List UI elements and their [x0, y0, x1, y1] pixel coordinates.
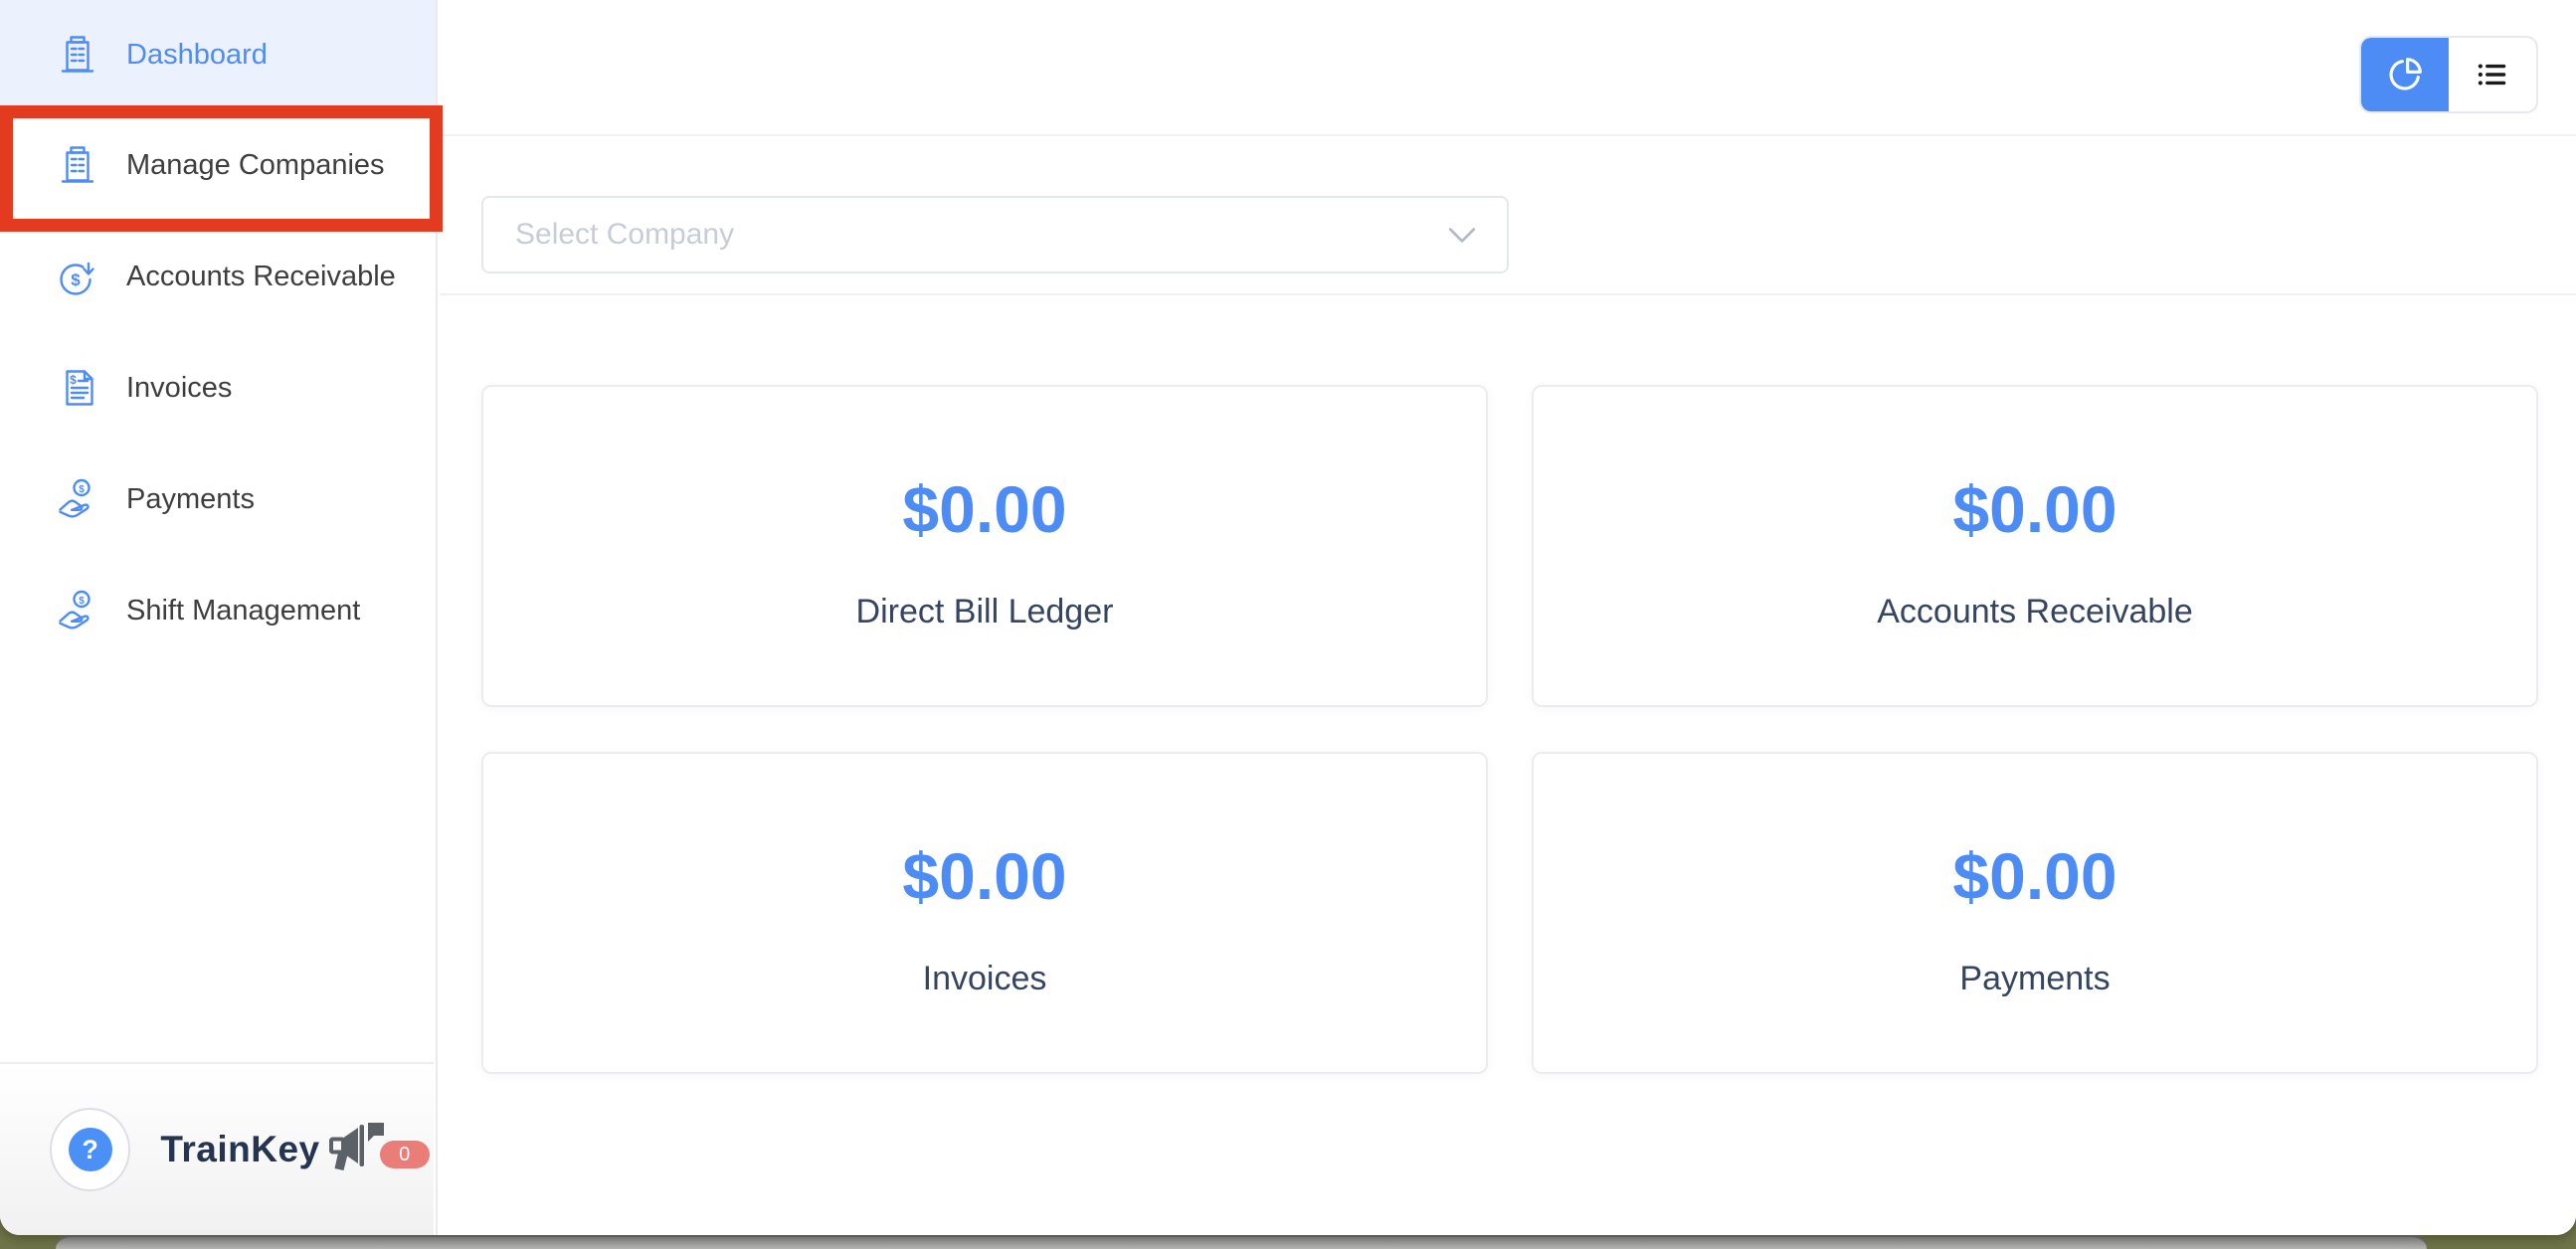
view-toggle: [2359, 36, 2538, 113]
stat-label: Invoices: [923, 960, 1047, 998]
sidebar-item-label: Invoices: [126, 372, 232, 405]
sidebar-item-dashboard[interactable]: Dashboard: [0, 0, 436, 109]
invoice-document-icon: $: [56, 366, 99, 410]
question-mark-icon: ?: [69, 1128, 112, 1171]
stat-label: Accounts Receivable: [1877, 593, 2193, 631]
stat-value: $0.00: [1952, 471, 2116, 547]
list-icon: [2474, 56, 2511, 93]
dollar-circle-arrow-icon: $: [56, 255, 99, 298]
sidebar-item-accounts-receivable[interactable]: $ Accounts Receivable: [0, 221, 436, 332]
sidebar-item-payments[interactable]: $ Payments: [0, 444, 436, 555]
company-select-placeholder: Select Company: [515, 218, 734, 252]
help-button[interactable]: ?: [50, 1108, 130, 1191]
stat-card-direct-bill-ledger: $0.00 Direct Bill Ledger: [481, 385, 1488, 707]
sidebar: Dashboard Manage Companies: [0, 0, 438, 1235]
sidebar-item-label: Manage Companies: [126, 149, 385, 182]
stat-label: Payments: [1959, 960, 2110, 998]
svg-text:$: $: [79, 596, 85, 607]
stat-value: $0.00: [902, 471, 1066, 547]
pie-chart-icon: [2386, 56, 2424, 93]
brand-trainkey: TrainKey: [160, 1129, 319, 1170]
sidebar-item-label: Dashboard: [126, 39, 268, 72]
sidebar-item-shift-management[interactable]: $ Shift Management: [0, 555, 436, 666]
stat-card-accounts-receivable: $0.00 Accounts Receivable: [1532, 385, 2538, 707]
building-icon: [56, 33, 99, 77]
app-window: Dashboard Manage Companies: [0, 0, 2576, 1235]
sidebar-footer: ? TrainKey 0: [0, 1062, 434, 1235]
company-select-dropdown[interactable]: Select Company: [481, 196, 1509, 273]
background-window-edge: [56, 1233, 2427, 1249]
announcements-button[interactable]: 0: [328, 1115, 434, 1184]
stat-value: $0.00: [1952, 838, 2116, 914]
hand-coin-icon: $: [56, 589, 99, 632]
sidebar-item-label: Accounts Receivable: [126, 261, 396, 293]
main-header: [440, 0, 2576, 136]
sidebar-item-label: Shift Management: [126, 595, 360, 627]
sidebar-item-label: Payments: [126, 483, 255, 516]
building-icon: [56, 143, 99, 187]
announcement-count-badge: 0: [380, 1141, 430, 1168]
svg-text:$: $: [70, 373, 77, 387]
svg-text:$: $: [79, 484, 85, 495]
sidebar-item-manage-companies[interactable]: Manage Companies: [0, 109, 436, 221]
svg-text:$: $: [71, 270, 81, 289]
chart-view-button[interactable]: [2361, 38, 2449, 111]
stat-label: Direct Bill Ledger: [856, 593, 1114, 631]
list-view-button[interactable]: [2449, 38, 2536, 111]
stat-cards-grid: $0.00 Direct Bill Ledger $0.00 Accounts …: [440, 295, 2576, 1074]
sidebar-item-invoices[interactable]: $ Invoices: [0, 332, 436, 444]
stat-card-invoices: $0.00 Invoices: [481, 752, 1488, 1074]
chevron-down-icon: [1447, 222, 1477, 248]
screen: Dashboard Manage Companies: [0, 0, 2576, 1249]
stat-value: $0.00: [902, 838, 1066, 914]
hand-coin-icon: $: [56, 477, 99, 521]
main-content: Select Company $0.00 Direct Bill Ledger …: [440, 0, 2576, 1235]
filter-row: Select Company: [440, 136, 2576, 295]
stat-card-payments: $0.00 Payments: [1532, 752, 2538, 1074]
